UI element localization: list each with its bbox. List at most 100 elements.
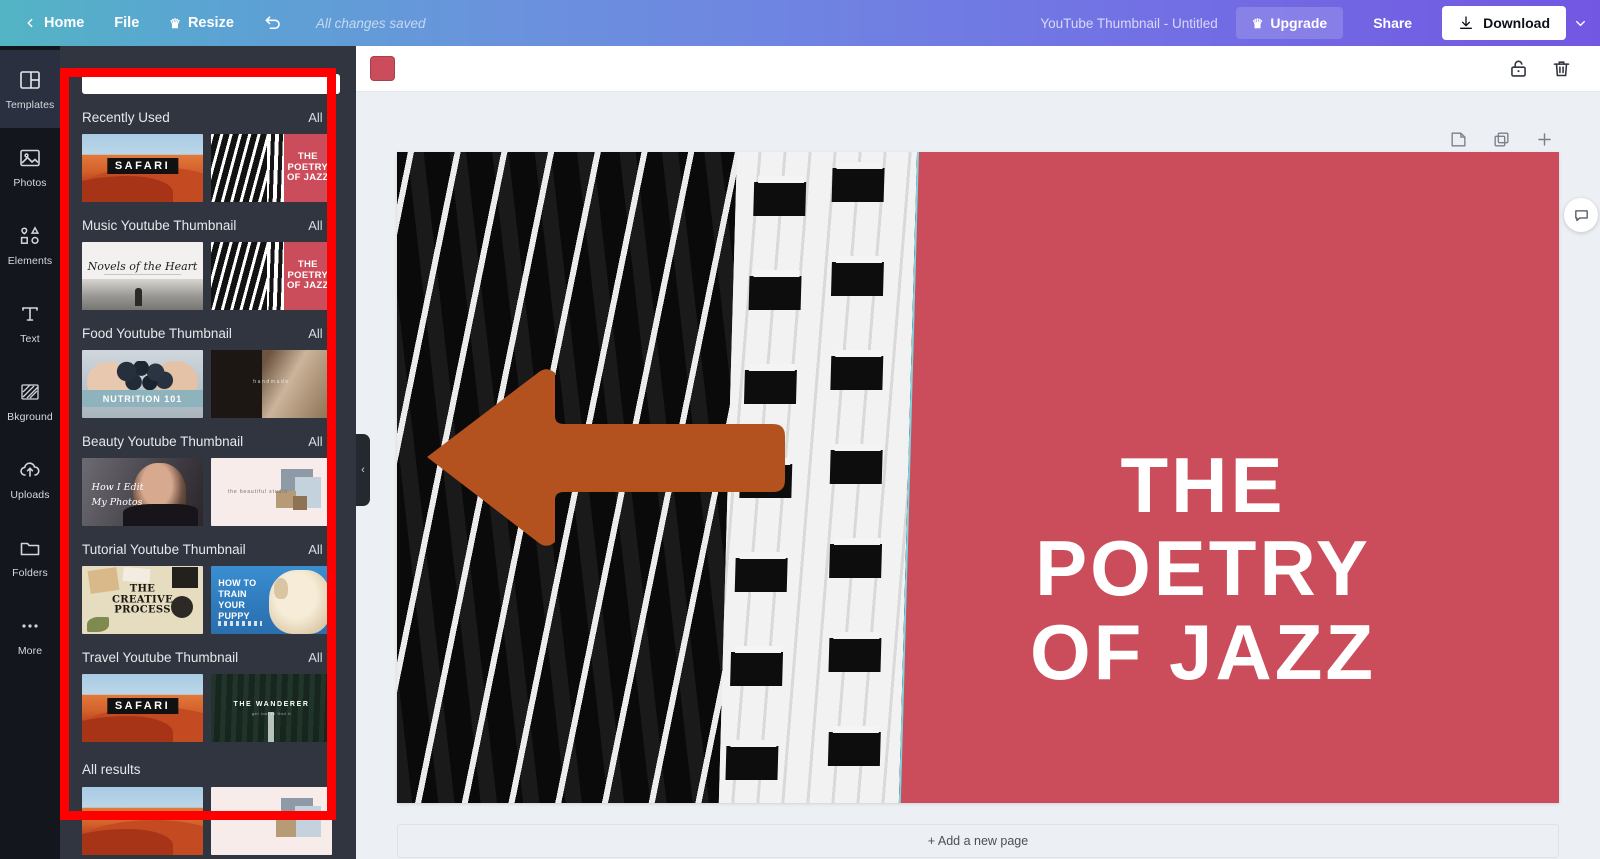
template-caption: THE POETRY OF JAZZ <box>286 151 329 184</box>
home-label: Home <box>44 15 85 31</box>
section-see-all-link[interactable]: All › <box>308 326 334 341</box>
template-thumb-safari[interactable]: SAFARI <box>82 134 203 202</box>
chevron-right-icon: › <box>329 542 334 557</box>
trash-icon[interactable] <box>1551 58 1572 79</box>
headline-text-object[interactable]: THE POETRY OF JAZZ <box>893 441 1513 696</box>
sidebar-item-bkground[interactable]: Bkground <box>0 362 60 440</box>
template-caption: THE POETRY OF JAZZ <box>286 259 329 292</box>
template-thumb-creative-process[interactable]: THE CREATIVE PROCESS <box>82 566 203 634</box>
template-caption: SAFARI <box>106 157 179 174</box>
section-header-music: Music Youtube Thumbnail All › <box>60 202 356 242</box>
note-icon[interactable] <box>1449 130 1468 149</box>
template-row: SAFARI THE POETRY OF JAZZ <box>60 134 356 202</box>
template-caption: HOW TO TRAIN YOUR PUPPY <box>218 578 257 621</box>
template-row: NUTRITION 101 handmade <box>60 350 356 418</box>
unlock-icon[interactable] <box>1508 58 1529 79</box>
template-caption: Novels of the Heart <box>87 259 198 273</box>
templates-search-input[interactable] <box>82 74 340 94</box>
sidebar-item-elements[interactable]: Elements <box>0 206 60 284</box>
panel-collapse-handle[interactable]: ‹ <box>356 434 370 506</box>
sidebar-item-label: Elements <box>7 254 53 267</box>
template-thumb-how-to-train-your-puppy[interactable]: HOW TO TRAIN YOUR PUPPY <box>211 566 332 634</box>
plus-icon[interactable] <box>1535 130 1554 149</box>
resize-button[interactable]: ♛ Resize <box>154 0 249 46</box>
section-header-beauty: Beauty Youtube Thumbnail All › <box>60 418 356 458</box>
file-menu-button[interactable]: File <box>99 0 154 46</box>
upgrade-button[interactable]: ♛ Upgrade <box>1235 7 1344 39</box>
fill-color-swatch[interactable] <box>370 56 395 81</box>
undo-button[interactable] <box>249 0 298 46</box>
copy-icon[interactable] <box>1492 130 1511 149</box>
section-title: Travel Youtube Thumbnail <box>82 650 239 665</box>
all-results-label: All results <box>82 762 141 777</box>
design-canvas[interactable]: THE POETRY OF JAZZ <box>397 152 1559 803</box>
shapes-icon <box>18 224 42 248</box>
see-all-label: All <box>308 542 323 557</box>
comment-bubble-icon <box>1573 207 1590 224</box>
sidebar-item-folders[interactable]: Folders <box>0 518 60 596</box>
sidebar-item-text[interactable]: Text <box>0 284 60 362</box>
template-row: SAFARI THE WANDERER get lost to find it <box>60 674 356 742</box>
template-caption: THE WANDERER <box>233 701 310 709</box>
chevron-right-icon: › <box>329 434 334 449</box>
template-row: How I Edit My Photos the beautiful studi… <box>60 458 356 526</box>
template-caption: NUTRITION 101 <box>102 393 183 404</box>
sidebar-item-uploads[interactable]: Uploads <box>0 440 60 518</box>
template-caption: How I Edit <box>91 482 144 494</box>
upload-cloud-icon <box>18 458 42 482</box>
section-title: Beauty Youtube Thumbnail <box>82 434 244 449</box>
template-thumb-novels-of-the-heart[interactable]: Novels of the Heart <box>82 242 203 310</box>
template-thumb-beauty-collage[interactable] <box>211 787 332 855</box>
background-hatch-icon <box>18 380 42 404</box>
sidebar-item-label: Folders <box>12 566 48 579</box>
share-button[interactable]: Share <box>1353 7 1432 39</box>
sidebar-item-label: More <box>17 644 43 657</box>
sidebar-item-more[interactable]: More <box>0 596 60 674</box>
download-button[interactable]: Download <box>1442 6 1566 40</box>
template-thumb-safari[interactable] <box>82 787 203 855</box>
home-button[interactable]: Home <box>8 0 99 46</box>
template-caption: My Photos <box>91 497 143 509</box>
headline-line-3: OF JAZZ <box>1030 607 1376 696</box>
add-new-page-button[interactable]: + Add a new page <box>397 824 1559 858</box>
resize-label: Resize <box>187 15 234 31</box>
templates-scroll-region[interactable]: Recently Used All › SAFARI THE POETRY OF J… <box>60 94 356 859</box>
add-new-page-label: + Add a new page <box>927 834 1029 848</box>
template-thumb-baking[interactable]: handmade <box>211 350 332 418</box>
chevron-left-icon <box>23 16 37 30</box>
section-header-food: Food Youtube Thumbnail All › <box>60 310 356 350</box>
section-see-all-link[interactable]: All › <box>308 434 334 449</box>
sidebar-item-label: Templates <box>5 98 55 111</box>
section-header-tutorial: Tutorial Youtube Thumbnail All › <box>60 526 356 566</box>
template-thumb-how-i-edit-my-photos[interactable]: How I Edit My Photos <box>82 458 203 526</box>
download-arrow-icon <box>1458 15 1474 31</box>
section-header-travel: Travel Youtube Thumbnail All › <box>60 634 356 674</box>
comment-button[interactable] <box>1564 198 1598 232</box>
template-thumb-poetry-of-jazz[interactable]: THE POETRY OF JAZZ <box>211 242 332 310</box>
section-see-all-link[interactable]: All › <box>308 218 334 233</box>
document-title: YouTube Thumbnail - Untitled <box>1040 15 1218 31</box>
folder-icon <box>18 536 42 560</box>
top-header-bar: Home File ♛ Resize All changes saved You… <box>0 0 1600 46</box>
chevron-right-icon: › <box>329 218 334 233</box>
template-thumb-safari[interactable]: SAFARI <box>82 674 203 742</box>
sidebar-item-templates[interactable]: Templates <box>0 50 60 128</box>
sidebar-item-label: Photos <box>13 176 47 189</box>
section-see-all-link[interactable]: All › <box>308 542 334 557</box>
headline-line-1: THE <box>1120 441 1286 529</box>
section-see-all-link[interactable]: All › <box>308 110 334 125</box>
section-see-all-link[interactable]: All › <box>308 650 334 665</box>
save-status-label: All changes saved <box>315 15 426 31</box>
chevron-left-icon: ‹ <box>361 464 365 476</box>
undo-arrow-icon <box>264 14 283 33</box>
object-toolbar <box>356 46 1600 92</box>
download-options-caret[interactable] <box>1566 6 1594 40</box>
orange-arrow-annotation <box>421 364 789 550</box>
template-thumb-poetry-of-jazz[interactable]: THE POETRY OF JAZZ <box>211 134 332 202</box>
chevron-right-icon: › <box>329 650 334 665</box>
template-thumb-nutrition-101[interactable]: NUTRITION 101 <box>82 350 203 418</box>
template-caption: the beautiful studio <box>227 488 288 495</box>
sidebar-item-photos[interactable]: Photos <box>0 128 60 206</box>
template-thumb-the-wanderer[interactable]: THE WANDERER get lost to find it <box>211 674 332 742</box>
template-thumb-beauty-collage[interactable]: the beautiful studio <box>211 458 332 526</box>
